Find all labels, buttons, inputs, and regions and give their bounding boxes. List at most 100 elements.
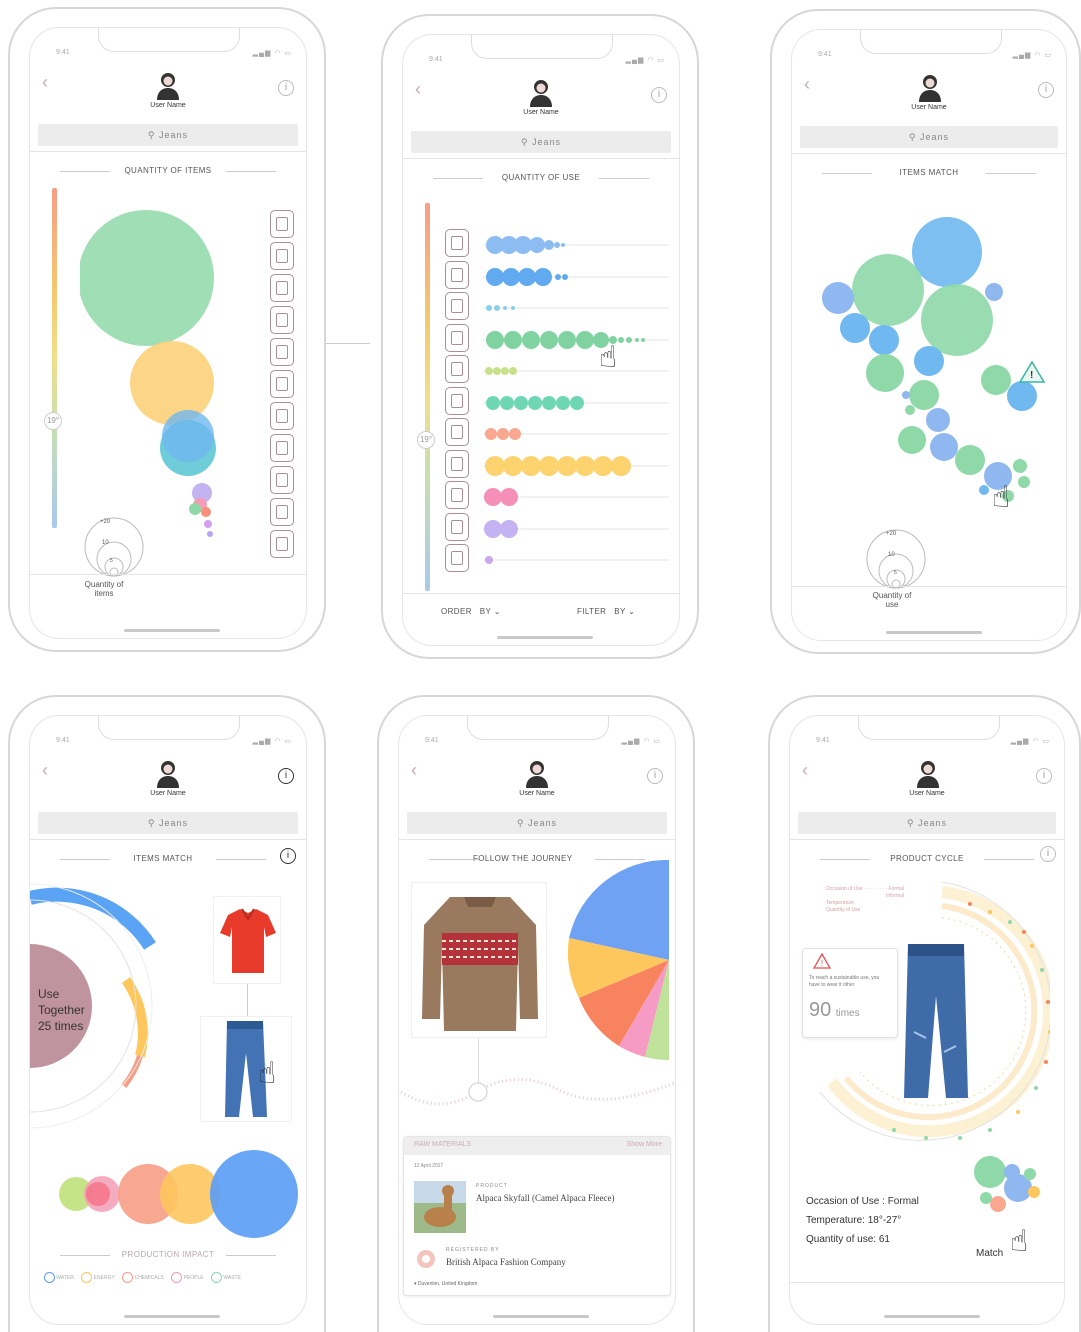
filter-label: FILTER [577, 607, 607, 616]
back-icon[interactable]: ‹ [802, 760, 808, 781]
bubble [909, 380, 939, 410]
info-icon[interactable]: i [651, 87, 667, 103]
search-input[interactable]: ⚲ Jeans [38, 124, 298, 146]
back-icon[interactable]: ‹ [411, 760, 417, 781]
bubble [930, 433, 958, 461]
tip-card: ! To reach a sustainable use, you have t… [802, 948, 898, 1038]
home-indicator[interactable] [124, 629, 220, 632]
bubble [981, 365, 1011, 395]
clothing-icon[interactable] [445, 323, 469, 352]
back-icon[interactable]: ‹ [415, 79, 421, 100]
search-query: Jeans [159, 818, 189, 828]
clothing-icon[interactable] [270, 306, 294, 334]
impact-item-people[interactable]: PEOPLE [171, 1272, 204, 1283]
match-button[interactable]: Match [976, 1248, 1003, 1259]
clothing-icon[interactable] [270, 402, 294, 430]
section-info-icon[interactable]: i [1040, 846, 1056, 862]
back-icon[interactable]: ‹ [42, 760, 48, 781]
bubble [210, 1150, 298, 1238]
clothing-icon[interactable] [445, 544, 469, 572]
search-input[interactable]: ⚲ Jeans [407, 812, 667, 834]
clothing-icon[interactable] [445, 292, 469, 320]
avatar-icon[interactable] [523, 758, 551, 788]
impact-title: PRODUCTION IMPACT [60, 1250, 276, 1259]
times-label: times [835, 1008, 860, 1019]
status-time: 9:41 [56, 737, 70, 744]
header-divider [30, 839, 306, 840]
user-name: User Name [519, 790, 555, 797]
clothing-icon[interactable] [445, 418, 469, 446]
impact-item-waste[interactable]: WASTE [210, 1272, 241, 1283]
avatar-icon[interactable] [914, 758, 942, 788]
home-indicator[interactable] [493, 1315, 589, 1318]
jeans-icon [225, 1021, 267, 1117]
legend-label-5: 5 [110, 558, 113, 564]
search-input[interactable]: ⚲ Jeans [411, 131, 671, 153]
use-together-line1: Use [38, 987, 60, 1001]
search-icon: ⚲ [147, 130, 156, 140]
impact-item-energy[interactable]: ENERGY [81, 1272, 115, 1283]
order-label: ORDER [441, 607, 472, 616]
section-title: QUANTITY OF ITEMS [60, 166, 276, 175]
info-icon[interactable]: i [1036, 768, 1052, 784]
clothing-icon[interactable] [270, 338, 294, 366]
search-input[interactable]: ⚲ Jeans [798, 812, 1056, 834]
order-by-dropdown[interactable]: ORDER BY ⌄ [441, 607, 501, 616]
product-image-shirt[interactable] [213, 896, 281, 984]
info-icon[interactable]: i [1038, 82, 1054, 98]
notch [471, 35, 613, 59]
clothing-icon[interactable] [270, 530, 294, 558]
impact-item-chemicals[interactable]: CHEMICALS [122, 1272, 164, 1283]
clothing-icon[interactable] [445, 449, 469, 478]
temperature-badge[interactable]: 19° [417, 431, 435, 449]
avatar-icon[interactable] [527, 77, 555, 107]
legend-caption-line1: Quantity of [872, 591, 912, 600]
home-indicator[interactable] [886, 631, 982, 634]
clothing-icon[interactable] [270, 370, 294, 398]
home-indicator[interactable] [884, 1315, 980, 1318]
notch [858, 716, 1000, 740]
product-image-jeans[interactable] [200, 1016, 292, 1122]
info-icon[interactable]: i [278, 80, 294, 96]
back-icon[interactable]: ‹ [42, 72, 48, 93]
avatar-icon[interactable] [154, 70, 182, 100]
jeans-icon [904, 944, 968, 1098]
product-image-sweater[interactable] [411, 882, 547, 1038]
search-query: Jeans [528, 818, 558, 828]
clothing-icon[interactable] [270, 498, 294, 526]
avatar-icon[interactable] [154, 758, 182, 788]
filter-by-dropdown[interactable]: FILTER BY ⌄ [577, 607, 635, 616]
hand-pointer-icon: ☝ [992, 481, 1011, 514]
section-info-icon[interactable]: i [280, 848, 296, 864]
clothing-icon[interactable] [445, 386, 469, 415]
search-query: Jeans [920, 132, 950, 142]
legend-caption: Quantity of items [74, 580, 134, 598]
home-indicator[interactable] [497, 636, 593, 639]
clothing-icon[interactable] [445, 512, 469, 541]
clothing-icon[interactable] [270, 434, 294, 462]
temperature-badge[interactable]: 19° [44, 412, 62, 430]
search-icon: ⚲ [906, 818, 915, 828]
clothing-icon[interactable] [270, 210, 294, 238]
impact-item-water[interactable]: WATER [44, 1272, 74, 1283]
search-input[interactable]: ⚲ Jeans [38, 812, 298, 834]
clothing-icon[interactable] [270, 242, 294, 270]
search-input[interactable]: ⚲ Jeans [800, 126, 1058, 148]
clothing-icon[interactable] [445, 229, 469, 257]
info-icon[interactable]: i [647, 768, 663, 784]
clothing-icon[interactable] [445, 260, 469, 289]
home-indicator[interactable] [124, 1315, 220, 1318]
status-icons: ▂▄▆ ◠ ▭ [252, 50, 292, 57]
avatar-icon[interactable] [916, 72, 944, 102]
product-image-jeans[interactable] [898, 942, 974, 1100]
info-icon[interactable]: i [278, 768, 294, 784]
bubble [840, 313, 870, 343]
journey-timeline [400, 1078, 675, 1106]
clothing-icon[interactable] [445, 355, 469, 383]
clothing-icon[interactable] [270, 466, 294, 494]
chemicals-icon [122, 1272, 134, 1283]
back-icon[interactable]: ‹ [804, 74, 810, 95]
clothing-icon[interactable] [270, 274, 294, 302]
show-more-link[interactable]: Show More [627, 1141, 662, 1148]
clothing-icon[interactable] [445, 481, 469, 509]
